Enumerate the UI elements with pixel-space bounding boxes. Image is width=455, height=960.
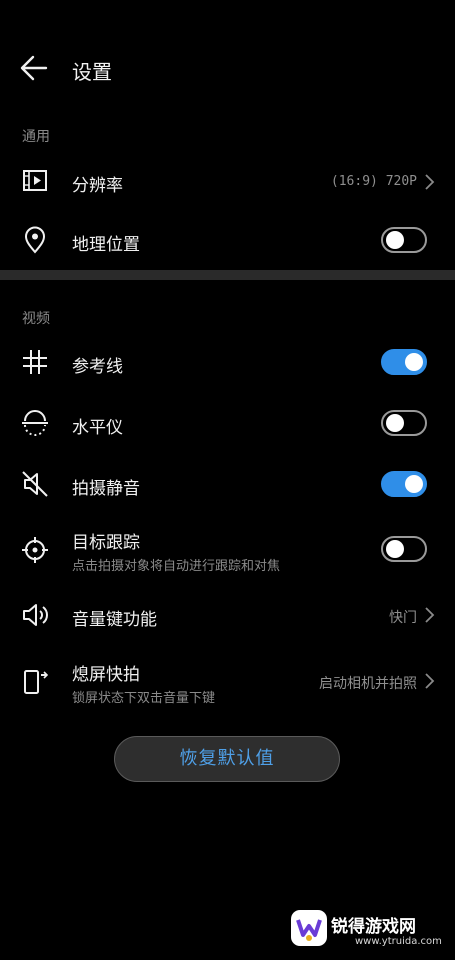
speaker-icon xyxy=(23,604,48,626)
setting-label: 地理位置 xyxy=(72,235,140,255)
setting-tracking[interactable]: 目标跟踪 点击拍摄对象将自动进行跟踪和对焦 xyxy=(0,522,455,578)
gridlines-toggle[interactable] xyxy=(381,349,427,375)
setting-description: 锁屏状态下双击音量下键 xyxy=(72,691,216,706)
crosshair-icon xyxy=(22,537,48,563)
watermark: 锐得游戏网 www.ytruida.com xyxy=(289,902,449,956)
setting-label: 拍摄静音 xyxy=(72,479,140,499)
setting-level[interactable]: 水平仪 xyxy=(0,401,455,445)
restore-defaults-button[interactable]: 恢复默认值 xyxy=(114,736,340,782)
setting-label: 熄屏快拍 xyxy=(72,665,140,685)
toggle-knob xyxy=(405,475,423,493)
setting-mute[interactable]: 拍摄静音 xyxy=(0,462,455,506)
section-label-video: 视频 xyxy=(22,311,50,327)
setting-label: 水平仪 xyxy=(72,418,123,438)
page-title: 设置 xyxy=(72,60,112,84)
chevron-right-icon xyxy=(425,607,435,623)
location-toggle[interactable] xyxy=(381,227,427,253)
setting-label: 音量键功能 xyxy=(72,610,157,630)
setting-label: 目标跟踪 xyxy=(72,533,140,553)
quick-snap-value: 启动相机并拍照 xyxy=(319,676,417,692)
grid-icon xyxy=(23,350,47,374)
section-divider xyxy=(0,270,455,280)
setting-label: 参考线 xyxy=(72,357,123,377)
toggle-knob xyxy=(386,231,404,249)
section-label-general: 通用 xyxy=(22,129,50,145)
setting-label: 分辨率 xyxy=(72,176,123,196)
setting-resolution[interactable]: 分辨率 (16:9) 720P xyxy=(0,160,455,204)
resolution-value: (16:9) 720P xyxy=(330,174,417,189)
setting-location[interactable]: 地理位置 xyxy=(0,218,455,262)
brand-logo-icon xyxy=(291,910,327,946)
level-icon xyxy=(22,410,48,436)
mute-toggle[interactable] xyxy=(381,471,427,497)
toggle-knob xyxy=(386,414,404,432)
toggle-knob xyxy=(386,540,404,558)
phone-snap-icon xyxy=(24,670,49,694)
toggle-knob xyxy=(405,353,423,371)
location-pin-icon xyxy=(24,226,46,254)
level-toggle[interactable] xyxy=(381,410,427,436)
setting-gridlines[interactable]: 参考线 xyxy=(0,340,455,384)
watermark-url: www.ytruida.com xyxy=(355,936,442,947)
top-bar: 设置 xyxy=(0,40,455,100)
setting-description: 点击拍摄对象将自动进行跟踪和对焦 xyxy=(72,559,281,574)
speaker-muted-icon xyxy=(22,471,48,497)
film-icon xyxy=(23,170,47,191)
chevron-right-icon xyxy=(425,673,435,689)
setting-quick-snap[interactable]: 熄屏快拍 锁屏状态下双击音量下键 启动相机并拍照 xyxy=(0,654,455,710)
back-arrow-icon[interactable] xyxy=(18,52,50,84)
watermark-brand: 锐得游戏网 xyxy=(331,917,416,937)
setting-volume-key[interactable]: 音量键功能 快门 xyxy=(0,594,455,638)
chevron-right-icon xyxy=(425,174,435,190)
tracking-toggle[interactable] xyxy=(381,536,427,562)
volume-key-value: 快门 xyxy=(389,610,417,626)
